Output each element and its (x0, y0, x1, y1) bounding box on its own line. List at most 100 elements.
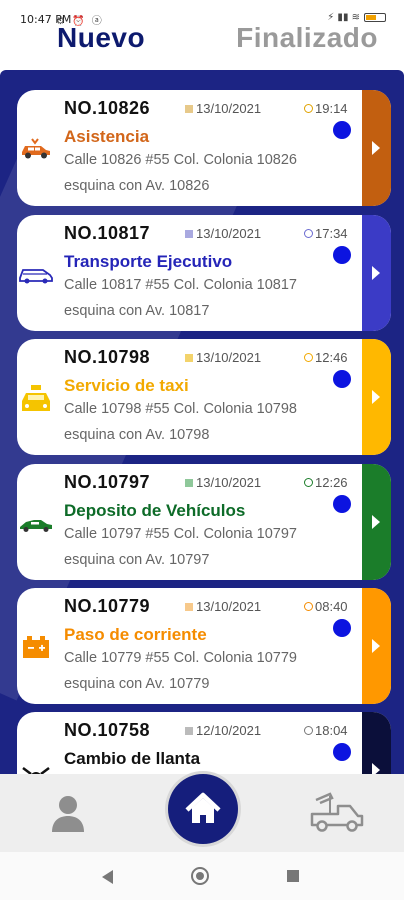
address-line2: esquina con Av. 10797 (64, 552, 210, 568)
address-line1: Calle 10826 #55 Col. Colonia 10826 (64, 152, 297, 168)
order-date-text: 13/10/2021 (196, 599, 262, 614)
car-assistance-icon (22, 138, 50, 159)
service-type: Servicio de taxi (64, 376, 189, 395)
status-dot (333, 619, 351, 637)
status-dot (333, 743, 351, 761)
order-date-text: 12/10/2021 (196, 723, 262, 738)
open-order-button[interactable] (362, 215, 391, 331)
chevron-right-icon (372, 390, 380, 404)
address-line2: esquina con Av. 10779 (64, 676, 210, 692)
status-dot (333, 495, 351, 513)
tab-finalizado[interactable]: Finalizado (236, 22, 378, 54)
order-number: NO.10826 (64, 98, 151, 118)
system-home-icon[interactable] (191, 867, 209, 885)
taxi-icon (22, 385, 50, 411)
address-line1: Calle 10817 #55 Col. Colonia 10817 (64, 277, 297, 293)
chevron-right-icon (372, 763, 380, 774)
tow-truck-icon[interactable] (308, 792, 366, 834)
address-line1: Calle 10798 #55 Col. Colonia 10798 (64, 401, 297, 417)
open-order-button[interactable] (362, 339, 391, 455)
order-time-text: 19:14 (315, 101, 348, 116)
battery-icon (23, 636, 49, 658)
address-line2: esquina con Av. 10798 (64, 427, 210, 443)
sedan-icon (20, 520, 52, 532)
order-date: 13/10/2021 (185, 226, 261, 241)
address-line1: Calle 10797 #55 Col. Colonia 10797 (64, 526, 297, 542)
calendar-icon (185, 603, 193, 611)
order-time-text: 12:26 (315, 475, 348, 490)
service-type: Deposito de Vehículos (64, 501, 246, 520)
clock-icon (304, 229, 313, 238)
order-time-text: 18:04 (315, 723, 348, 738)
battery-status-icon (364, 13, 386, 22)
order-number: NO.10797 (64, 472, 151, 492)
service-type: Cambio de llanta (64, 749, 201, 768)
order-time-text: 12:46 (315, 350, 348, 365)
status-dot (333, 246, 351, 264)
order-date-text: 13/10/2021 (196, 101, 262, 116)
order-number: NO.10817 (64, 223, 151, 243)
service-type: Paso de corriente (64, 625, 207, 644)
order-date-text: 13/10/2021 (196, 475, 262, 490)
order-card[interactable]: NO.10826 13/10/2021 19:14 Asistencia Cal… (17, 90, 391, 206)
clock-icon (304, 104, 313, 113)
service-type: Transporte Ejecutivo (64, 252, 233, 271)
orders-panel: NO.10826 13/10/2021 19:14 Asistencia Cal… (0, 70, 404, 774)
order-time-text: 08:40 (315, 599, 348, 614)
open-order-button[interactable] (362, 588, 391, 704)
chevron-right-icon (372, 266, 380, 280)
clock-icon (304, 726, 313, 735)
chevron-right-icon (372, 639, 380, 653)
system-nav-bar (0, 852, 404, 900)
order-date: 12/10/2021 (185, 723, 261, 738)
calendar-icon (185, 105, 193, 113)
open-order-button[interactable] (362, 712, 391, 774)
order-time: 12:26 (304, 475, 348, 490)
service-type: Asistencia (64, 127, 150, 146)
order-time: 12:46 (304, 350, 348, 365)
order-date: 13/10/2021 (185, 101, 261, 116)
address-line2: esquina con Av. 10817 (64, 303, 210, 319)
order-card[interactable]: NO.10798 13/10/2021 12:46 Servicio de ta… (17, 339, 391, 455)
calendar-icon (185, 727, 193, 735)
order-number: NO.10779 (64, 596, 151, 616)
van-icon (19, 269, 53, 284)
order-time: 08:40 (304, 599, 348, 614)
order-date: 13/10/2021 (185, 599, 261, 614)
calendar-icon (185, 230, 193, 238)
order-time: 17:34 (304, 226, 348, 241)
address-line2: esquina con Av. 10826 (64, 178, 210, 194)
chevron-right-icon (372, 141, 380, 155)
address-line1: Calle 10779 #55 Col. Colonia 10779 (64, 650, 297, 666)
open-order-button[interactable] (362, 464, 391, 580)
bottom-nav (0, 774, 404, 852)
order-time-text: 17:34 (315, 226, 348, 241)
open-order-button[interactable] (362, 90, 391, 206)
order-date-text: 13/10/2021 (196, 226, 262, 241)
recents-icon[interactable] (287, 870, 299, 882)
order-date: 13/10/2021 (185, 475, 261, 490)
order-card[interactable]: NO.10797 13/10/2021 12:26 Deposito de Ve… (17, 464, 391, 580)
tab-nuevo[interactable]: Nuevo (57, 22, 145, 54)
order-date: 13/10/2021 (185, 350, 261, 365)
clock-icon (304, 602, 313, 611)
order-date-text: 13/10/2021 (196, 350, 262, 365)
home-button[interactable] (168, 774, 238, 844)
clock-icon (304, 478, 313, 487)
status-dot (333, 370, 351, 388)
calendar-icon (185, 354, 193, 362)
tire-tools-icon (22, 767, 50, 774)
status-dot (333, 121, 351, 139)
order-card[interactable]: NO.10817 13/10/2021 17:34 Transporte Eje… (17, 215, 391, 331)
person-icon[interactable] (50, 794, 86, 832)
chevron-right-icon (372, 515, 380, 529)
clock-icon (304, 353, 313, 362)
order-time: 18:04 (304, 723, 348, 738)
tab-bar: Nuevo Finalizado (0, 22, 404, 68)
order-card[interactable]: NO.10758 12/10/2021 18:04 Cambio de llan… (17, 712, 391, 774)
home-icon (185, 792, 221, 823)
back-icon[interactable] (102, 870, 113, 884)
order-time: 19:14 (304, 101, 348, 116)
order-number: NO.10758 (64, 720, 151, 740)
order-card[interactable]: NO.10779 13/10/2021 08:40 Paso de corrie… (17, 588, 391, 704)
